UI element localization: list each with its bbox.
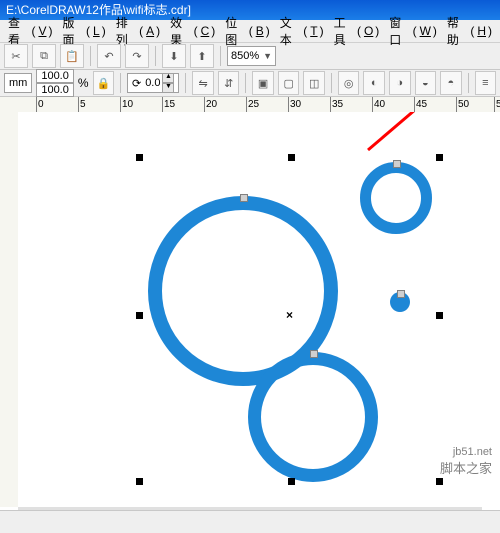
zoom-combo[interactable]: 850% ▼ xyxy=(227,46,276,66)
group-icon: ▣ xyxy=(258,77,268,90)
menu-help[interactable]: 帮助(H) xyxy=(443,13,496,49)
menu-tools[interactable]: 工具(O) xyxy=(330,13,384,49)
node-large-ring[interactable] xyxy=(240,194,248,202)
cut-button[interactable]: ✂ xyxy=(4,44,28,68)
rotation-spinner[interactable]: ▲▼ xyxy=(162,73,174,93)
flip-v-icon: ⇵ xyxy=(224,77,233,90)
drawing-canvas[interactable]: × jb51.net 脚本之家 xyxy=(18,112,500,507)
medium-ring[interactable] xyxy=(248,352,378,482)
mirror-h-button[interactable]: ⇋ xyxy=(192,71,214,95)
lock-icon: 🔒 xyxy=(96,77,110,90)
small-ring[interactable] xyxy=(360,162,432,234)
percent-label: % xyxy=(78,76,89,90)
chevron-down-icon: ▼ xyxy=(263,51,272,61)
node-small-ring[interactable] xyxy=(393,160,401,168)
trim-button[interactable]: ◐ xyxy=(363,71,385,95)
group-button[interactable]: ▣ xyxy=(252,71,274,95)
align-icon: ≡ xyxy=(482,77,488,89)
separator xyxy=(468,73,469,93)
front-minus-icon: ◓ xyxy=(448,77,455,89)
separator xyxy=(120,73,121,93)
import-icon: ⬇ xyxy=(169,50,178,63)
scale-x-field[interactable]: 100.0 xyxy=(36,69,74,83)
scale-y-field[interactable]: 100.0 xyxy=(36,83,74,97)
watermark: jb51.net 脚本之家 xyxy=(440,446,492,477)
sel-handle-w[interactable] xyxy=(136,312,143,319)
sel-handle-e[interactable] xyxy=(436,312,443,319)
sel-handle-ne[interactable] xyxy=(436,154,443,161)
menubar: 查看(V) 版面(L) 排列(A) 效果(C) 位图(B) 文本(T) 工具(O… xyxy=(0,20,500,43)
separator xyxy=(90,46,91,66)
rotate-icon: ⟳ xyxy=(132,77,141,90)
separator xyxy=(185,73,186,93)
intersect-icon: ◑ xyxy=(396,77,403,89)
ungroup-icon: ▢ xyxy=(283,77,293,90)
annotation-arrow xyxy=(348,112,468,158)
sel-center[interactable]: × xyxy=(286,308,293,322)
separator xyxy=(331,73,332,93)
copy-button[interactable]: ⧉ xyxy=(32,44,56,68)
scissors-icon: ✂ xyxy=(11,50,20,63)
export-icon: ⬆ xyxy=(197,50,206,63)
trim-icon: ◐ xyxy=(371,77,378,89)
weld-icon: ◎ xyxy=(344,77,354,90)
align-button[interactable]: ≡ xyxy=(475,71,497,95)
menu-window[interactable]: 窗口(W) xyxy=(385,13,441,49)
ungroup-all-icon: ◫ xyxy=(309,77,319,90)
width-field[interactable]: mm xyxy=(4,73,32,93)
separator xyxy=(155,46,156,66)
mirror-v-button[interactable]: ⇵ xyxy=(218,71,240,95)
menu-bitmap[interactable]: 位图(B) xyxy=(221,13,273,49)
front-minus-button[interactable]: ◓ xyxy=(440,71,462,95)
watermark-text: 脚本之家 xyxy=(440,458,492,477)
menu-text[interactable]: 文本(T) xyxy=(276,13,328,49)
undo-icon: ↶ xyxy=(104,50,113,63)
sel-handle-sw[interactable] xyxy=(136,478,143,485)
export-button[interactable]: ⬆ xyxy=(190,44,214,68)
ungroup-all-button[interactable]: ◫ xyxy=(303,71,325,95)
node-dot[interactable] xyxy=(397,290,405,298)
separator xyxy=(220,46,221,66)
zoom-value: 850% xyxy=(231,50,259,62)
sel-handle-s[interactable] xyxy=(288,478,295,485)
node-medium-ring[interactable] xyxy=(310,350,318,358)
intersect-button[interactable]: ◑ xyxy=(389,71,411,95)
undo-button[interactable]: ↶ xyxy=(97,44,121,68)
import-button[interactable]: ⬇ xyxy=(162,44,186,68)
ruler-vertical[interactable] xyxy=(0,112,19,507)
watermark-url: jb51.net xyxy=(440,446,492,458)
simplify-button[interactable]: ◒ xyxy=(415,71,437,95)
ungroup-button[interactable]: ▢ xyxy=(278,71,300,95)
paste-button[interactable]: 📋 xyxy=(60,44,84,68)
redo-button[interactable]: ↷ xyxy=(125,44,149,68)
redo-icon: ↷ xyxy=(132,50,141,63)
toolbar-properties: mm 100.0 100.0 % 🔒 ⟳ 0.0 ▲▼ ⇋ ⇵ ▣ ▢ ◫ ◎ … xyxy=(0,70,500,97)
lock-ratio-button[interactable]: 🔒 xyxy=(93,71,115,95)
weld-button[interactable]: ◎ xyxy=(338,71,360,95)
sel-handle-nw[interactable] xyxy=(136,154,143,161)
sel-handle-n[interactable] xyxy=(288,154,295,161)
separator xyxy=(245,73,246,93)
flip-h-icon: ⇋ xyxy=(199,77,208,90)
copy-icon: ⧉ xyxy=(40,50,48,63)
clipboard-icon: 📋 xyxy=(65,50,79,63)
sel-handle-se[interactable] xyxy=(436,478,443,485)
simplify-icon: ◒ xyxy=(422,77,429,89)
statusbar xyxy=(0,510,500,533)
rotation-field[interactable]: ⟳ 0.0 ▲▼ xyxy=(127,73,180,93)
